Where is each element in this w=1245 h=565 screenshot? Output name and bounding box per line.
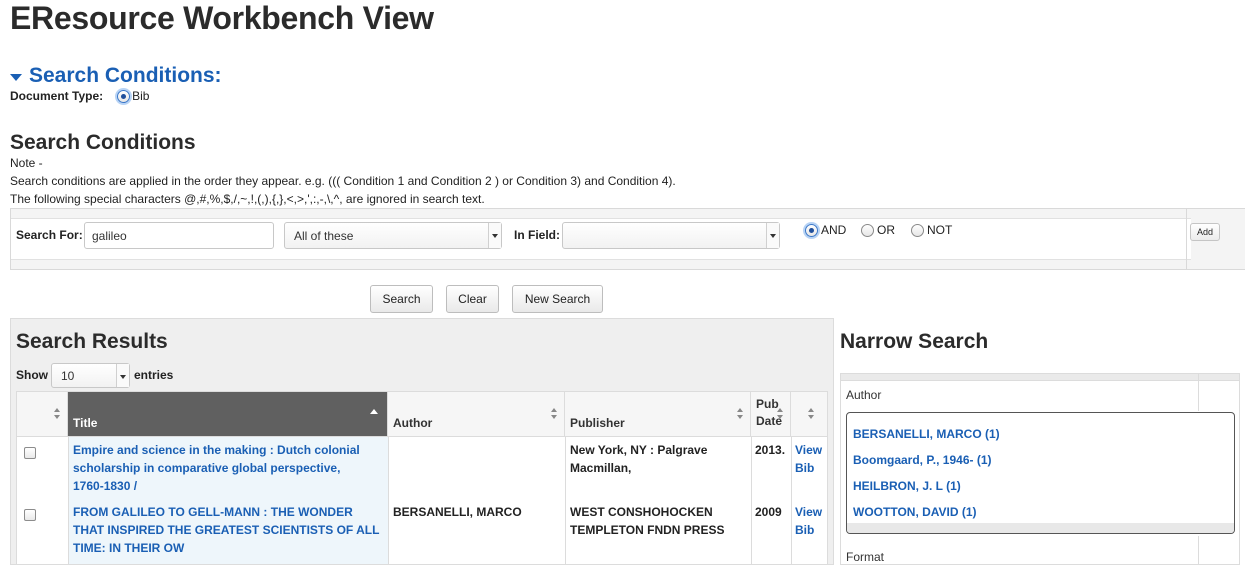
result-title-link[interactable]: Empire and science in the making : Dutch…: [73, 441, 385, 495]
sort-ascending-icon[interactable]: [370, 409, 378, 414]
operator-and[interactable]: AND: [805, 223, 846, 237]
note-line-1: Search conditions are applied in the ord…: [10, 174, 676, 188]
clear-button[interactable]: Clear: [446, 285, 499, 313]
result-pub-date: 2009: [755, 505, 782, 519]
operator-not-radio[interactable]: [911, 223, 924, 237]
row-checkbox[interactable]: [24, 447, 36, 459]
add-divider: [1186, 209, 1187, 269]
document-type: Document Type: Bib: [10, 89, 149, 103]
result-publisher: New York, NY : Palgrave Macmillan,: [570, 443, 708, 475]
in-field-label: In Field:: [514, 228, 560, 242]
sort-icon[interactable]: [808, 408, 815, 420]
author-column-label: Author: [393, 416, 433, 430]
facet-top-bar: [840, 373, 1240, 381]
facet-author-link[interactable]: BERSANELLI, MARCO (1): [853, 427, 1000, 441]
sort-icon[interactable]: [551, 408, 558, 420]
result-publisher: WEST CONSHOHOCKEN TEMPLETON FNDN PRESS: [570, 505, 725, 537]
search-results-heading: Search Results: [16, 330, 168, 353]
operator-or[interactable]: OR: [861, 223, 895, 237]
pub-date-column-header[interactable]: Pub Date: [751, 392, 791, 437]
page-size-value: 10: [61, 369, 75, 383]
search-conditions-heading: Search Conditions: [10, 131, 196, 154]
result-pub-date: 2013.: [755, 443, 786, 457]
facet-author-link[interactable]: WOOTTON, DAVID (1): [853, 505, 977, 519]
view-bib-link[interactable]: View Bib: [795, 503, 822, 539]
facet-author-link[interactable]: Boomgaard, P., 1946- (1): [853, 453, 992, 467]
match-select-value: All of these: [294, 229, 354, 243]
in-field-select[interactable]: [562, 222, 780, 249]
new-search-button[interactable]: New Search: [512, 285, 603, 313]
author-facet-label[interactable]: Author: [846, 388, 881, 402]
show-label: Show: [16, 368, 48, 382]
operator-and-label: AND: [821, 223, 847, 237]
title-column-label: Title: [73, 416, 98, 430]
page-title: EResource Workbench View: [10, 0, 434, 36]
entries-label: entries: [134, 368, 174, 382]
chevron-down-icon: [766, 223, 779, 248]
document-type-bib-radio[interactable]: [117, 89, 131, 103]
triangle-down-icon[interactable]: [10, 74, 22, 81]
chevron-down-icon: [116, 364, 129, 387]
author-column-header[interactable]: Author: [388, 392, 565, 437]
operator-or-label: OR: [877, 223, 895, 237]
author-facet-list: BERSANELLI, MARCO (1) Boomgaard, P., 194…: [846, 412, 1235, 534]
match-select[interactable]: All of these: [284, 222, 502, 249]
column-divider: [388, 437, 389, 564]
search-conditions-toggle[interactable]: Search Conditions:: [10, 64, 222, 88]
narrow-search-heading: Narrow Search: [840, 330, 989, 353]
search-button[interactable]: Search: [370, 285, 433, 313]
note-line-2: The following special characters @,#,%,$…: [10, 192, 485, 206]
view-bib-link[interactable]: View Bib: [795, 441, 822, 477]
facet-divider: [1198, 536, 1199, 565]
select-column-header[interactable]: [17, 392, 68, 437]
title-column-header[interactable]: Title: [68, 392, 388, 437]
note-label: Note -: [10, 156, 43, 170]
sort-icon[interactable]: [54, 408, 61, 420]
facet-author-link[interactable]: HEILBRON, J. L (1): [853, 479, 961, 493]
row-checkbox[interactable]: [24, 509, 36, 521]
publisher-column-header[interactable]: Publisher: [565, 392, 751, 437]
operator-not[interactable]: NOT: [911, 223, 952, 237]
publisher-column-label: Publisher: [570, 416, 625, 430]
results-table: Title Author Publisher Pub Date Empire an…: [16, 391, 828, 565]
result-title-link[interactable]: FROM GALILEO TO GELL-MANN : THE WONDER TH…: [73, 503, 385, 557]
column-divider: [565, 437, 566, 564]
add-condition-button[interactable]: Add: [1190, 223, 1221, 241]
column-divider: [68, 437, 69, 564]
search-for-label: Search For:: [16, 228, 83, 242]
facet-divider: [1198, 373, 1199, 411]
document-type-label: Document Type:: [10, 89, 104, 103]
document-type-value: Bib: [132, 89, 150, 103]
sort-icon[interactable]: [737, 408, 744, 420]
format-facet-label[interactable]: Format: [846, 550, 884, 564]
sort-icon[interactable]: [777, 408, 784, 420]
column-divider: [751, 437, 752, 564]
result-author: BERSANELLI, MARCO: [393, 505, 522, 519]
chevron-down-icon: [488, 223, 501, 248]
facet-list-footer: [847, 523, 1234, 533]
column-divider: [791, 437, 792, 564]
view-column-header[interactable]: [791, 392, 827, 437]
search-for-input[interactable]: [84, 222, 274, 249]
search-conditions-toggle-label[interactable]: Search Conditions:: [29, 64, 222, 88]
page-size-select[interactable]: 10: [51, 363, 130, 388]
operator-or-radio[interactable]: [861, 223, 874, 237]
operator-not-label: NOT: [927, 223, 953, 237]
operator-and-radio[interactable]: [805, 223, 818, 237]
